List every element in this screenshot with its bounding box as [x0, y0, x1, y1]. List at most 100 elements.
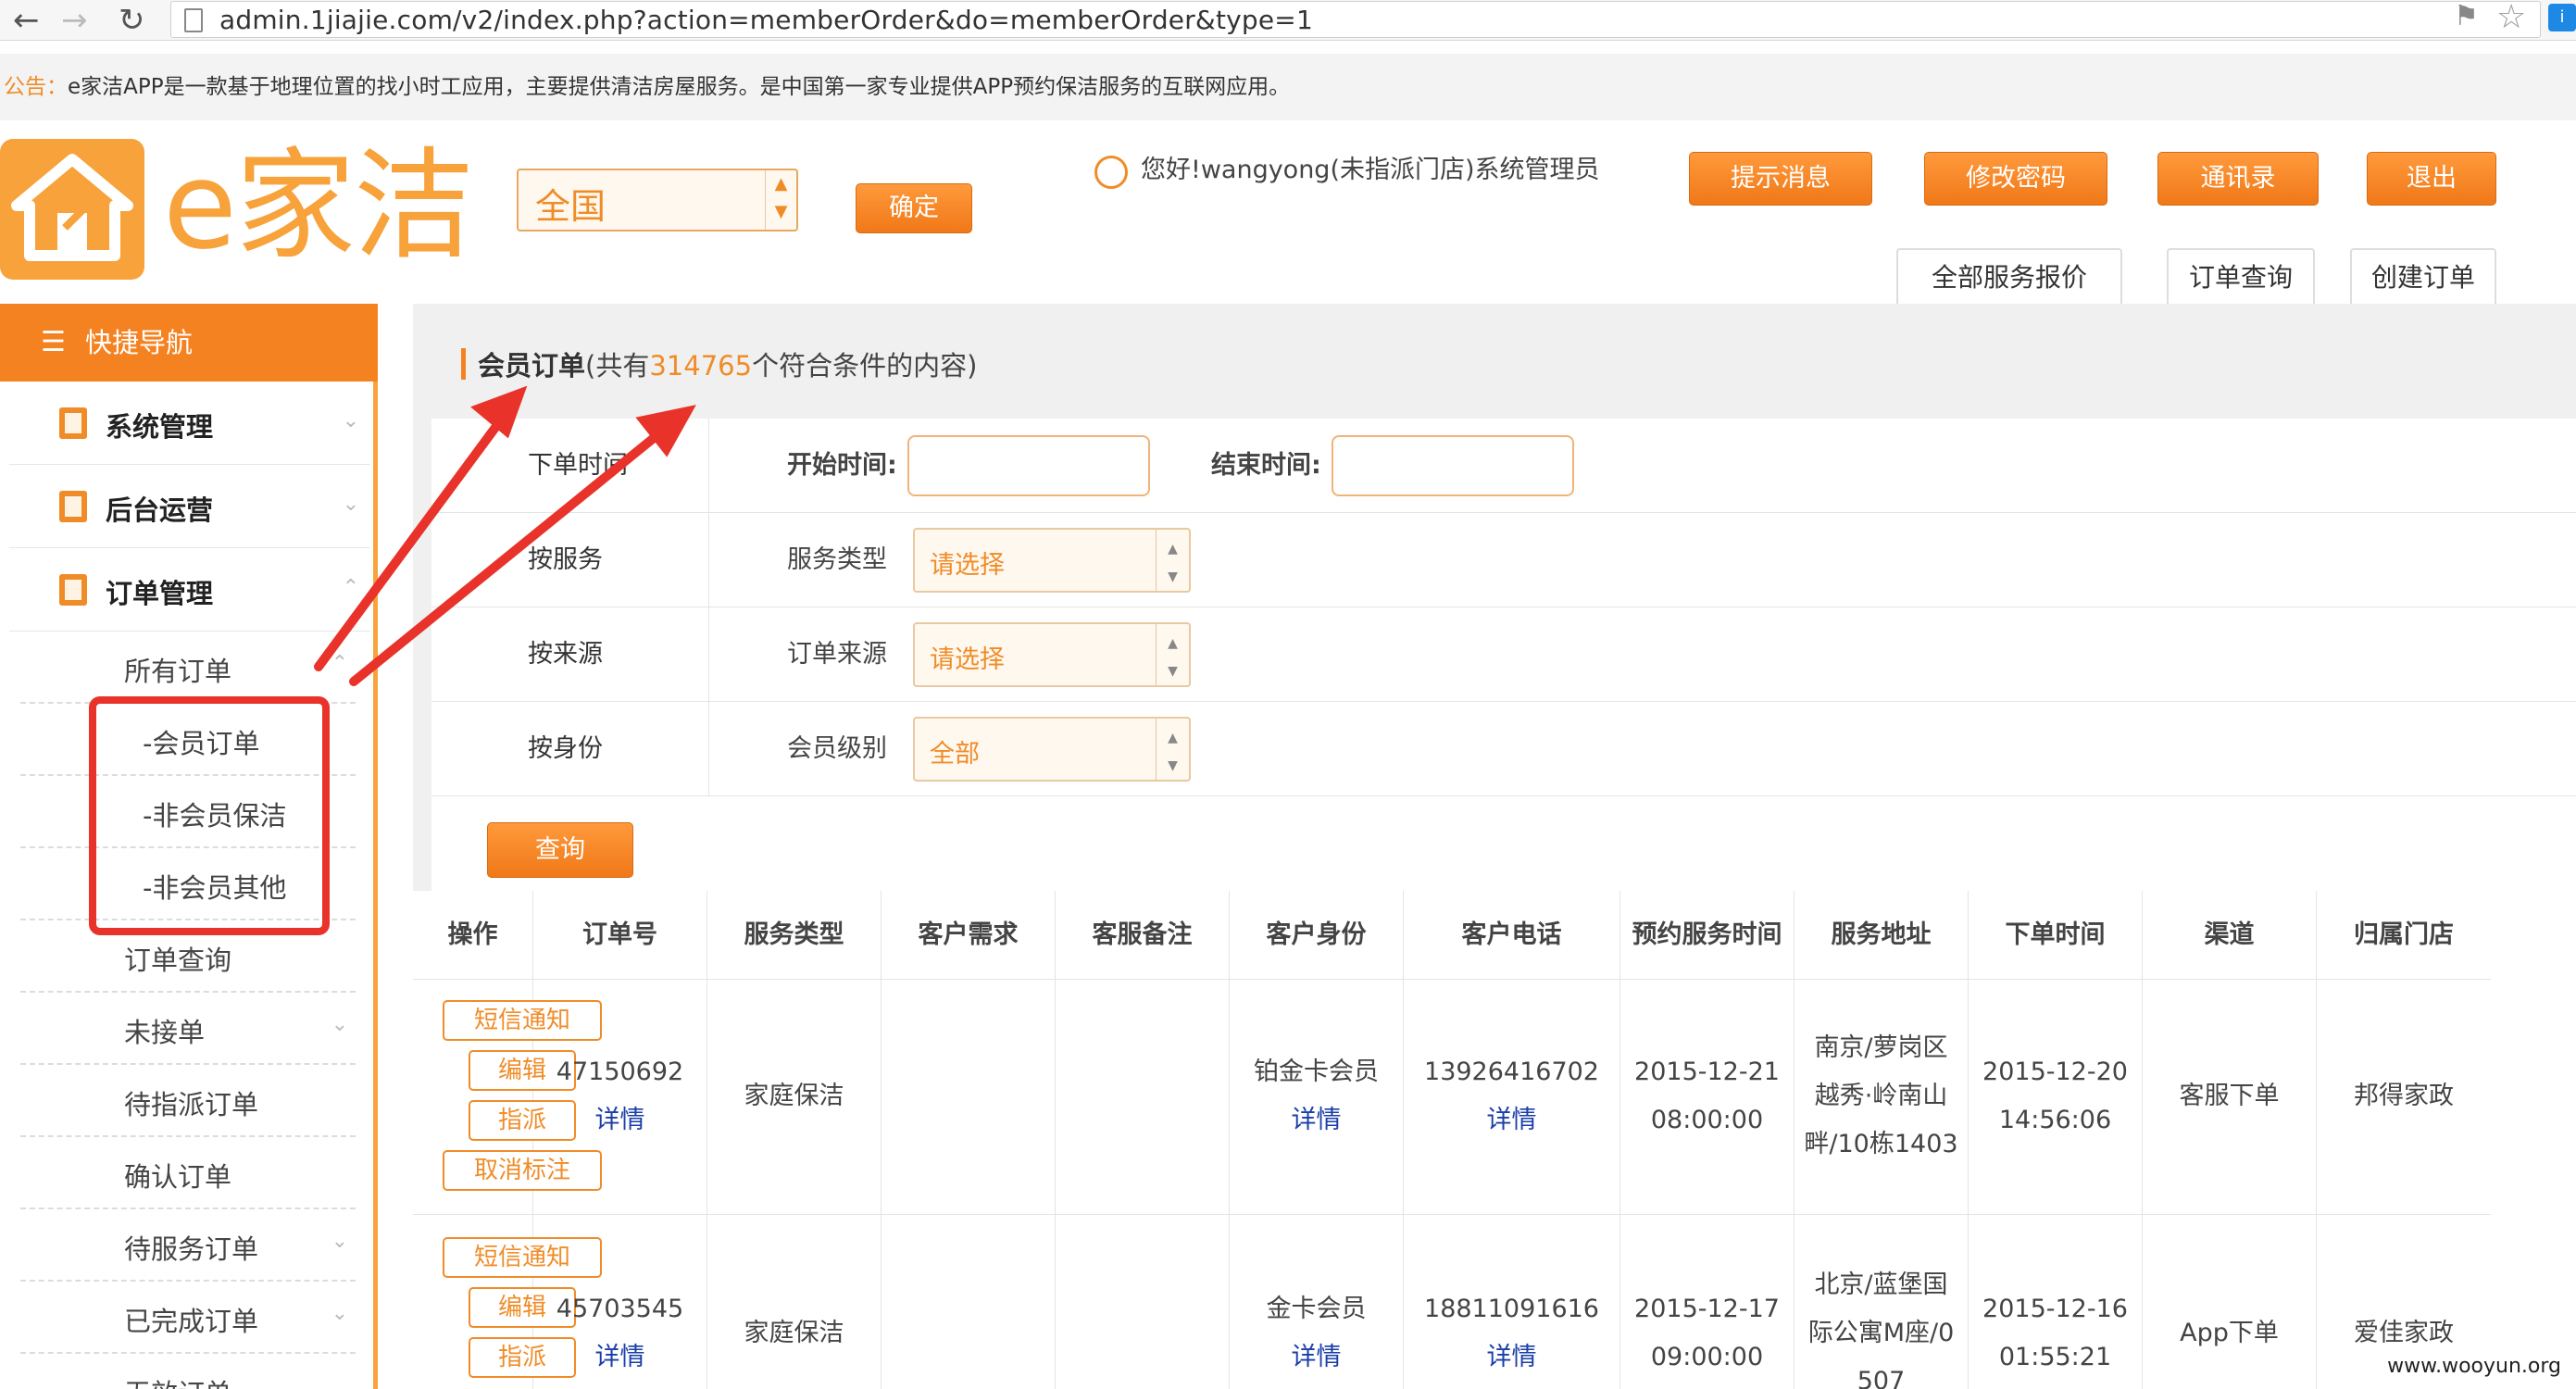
service-type-value: 请选择 — [930, 551, 1005, 580]
back-arrow-icon[interactable]: ← — [13, 2, 40, 39]
query-button[interactable]: 查询 — [487, 822, 633, 878]
sidebar-item-label: -非会员保洁 — [143, 800, 287, 832]
sidebar-item-label: 待服务订单 — [124, 1233, 259, 1265]
order-detail-link[interactable]: 详情 — [533, 1333, 707, 1382]
address-line: 北京/蓝堡国 — [1814, 1270, 1948, 1299]
sidebar-item-nonmember-other[interactable]: -非会员其他 — [20, 848, 356, 920]
notice-text: e家洁APP是一款基于地理位置的找小时工应用，主要提供清洁房屋服务。是中国第一家… — [68, 75, 1291, 99]
notifications-button[interactable]: 提示消息 — [1689, 152, 1872, 206]
order-source-label: 订单来源 — [787, 640, 887, 669]
end-time-input[interactable] — [1332, 435, 1574, 496]
identity-detail-link[interactable]: 详情 — [1230, 1096, 1403, 1145]
logo-house-icon — [0, 139, 144, 280]
appointment-date: 2015-12-17 — [1634, 1295, 1780, 1323]
key-icon[interactable]: ⚑ — [2454, 0, 2479, 32]
document-icon — [59, 491, 87, 522]
start-time-label: 开始时间: — [787, 451, 897, 480]
phone-cell: 18811091616 详情 — [1404, 1215, 1620, 1389]
region-select[interactable]: 全国 ▲ ▼ — [517, 169, 798, 232]
column-header: 服务类型 — [707, 891, 882, 980]
url-text[interactable]: admin.1jiajie.com/v2/index.php?action=me… — [219, 5, 1313, 35]
remark-cell — [1056, 1215, 1230, 1389]
contacts-button[interactable]: 通讯录 — [2157, 152, 2319, 206]
order-search-button[interactable]: 订单查询 — [2167, 248, 2315, 307]
select-arrows-icon: ▲ ▼ — [1156, 624, 1189, 685]
filter-category: 下单时间 — [431, 419, 709, 512]
start-time-input[interactable] — [907, 435, 1150, 496]
select-arrows-icon: ▲ ▼ — [1156, 530, 1189, 591]
logout-button[interactable]: 退出 — [2367, 152, 2496, 206]
order-no: 45703545 — [556, 1295, 684, 1323]
orders-table: 操作 订单号 服务类型 客户需求 客服备注 客户身份 客户电话 预约服务时间 服… — [413, 891, 2576, 1389]
list-icon: ☰ — [41, 326, 66, 358]
sidebar-item-nonmember-cleaning[interactable]: -非会员保洁 — [20, 776, 356, 848]
identity-detail-link[interactable]: 详情 — [1230, 1333, 1403, 1382]
sidebar-item-pending-assign[interactable]: 待指派订单 — [20, 1065, 356, 1137]
sidebar-item-label: 无效订单 — [124, 1372, 231, 1389]
bookmark-star-icon[interactable]: ☆ — [2496, 0, 2526, 36]
service-type-select[interactable]: 请选择 ▲ ▼ — [913, 528, 1191, 593]
sidebar-item-completed[interactable]: 已完成订单 ⌄ — [20, 1282, 356, 1354]
address-cell: 南京/萝岗区 越秀·岭南山 畔/10栋1403 — [1794, 980, 1969, 1215]
sidebar-item-invalid[interactable]: 无效订单 — [20, 1354, 356, 1389]
filter-row-source: 按来源 订单来源 请选择 ▲ ▼ — [431, 607, 2576, 702]
sidebar-item-label: 订单查询 — [124, 945, 232, 976]
order-time: 01:55:21 — [1998, 1343, 2112, 1371]
site-logo[interactable]: e家洁 — [0, 135, 519, 287]
channel: 客服下单 — [2179, 1082, 2280, 1110]
select-arrows-icon: ▲ ▼ — [765, 170, 796, 230]
address-bar[interactable]: admin.1jiajie.com/v2/index.php?action=me… — [170, 1, 2541, 38]
column-header: 操作 — [413, 891, 533, 980]
sidebar-item-unaccepted[interactable]: 未接单 ⌄ — [20, 993, 356, 1065]
notice-bar: 公告：e家洁APP是一款基于地理位置的找小时工应用，主要提供清洁房屋服务。是中国… — [0, 54, 2576, 120]
order-date: 2015-12-16 — [1982, 1295, 2128, 1323]
sidebar-group-operations[interactable]: 后台运营 ⌄ — [9, 465, 370, 548]
order-detail-link[interactable]: 详情 — [533, 1096, 707, 1145]
sidebar-item-pending-service[interactable]: 待服务订单 ⌄ — [20, 1209, 356, 1282]
column-header: 归属门店 — [2317, 891, 2491, 980]
confirm-button[interactable]: 确定 — [856, 183, 972, 233]
column-header: 订单号 — [533, 891, 707, 980]
sidebar-item-order-search[interactable]: 订单查询 — [20, 920, 356, 993]
order-source-select[interactable]: 请选择 ▲ ▼ — [913, 622, 1191, 687]
notice-label: 公告： — [4, 75, 68, 99]
identity-cell: 金卡会员 详情 — [1230, 1215, 1404, 1389]
sidebar-group-system[interactable]: 系统管理 ⌄ — [9, 382, 370, 465]
sidebar-item-confirm-orders[interactable]: 确认订单 — [20, 1137, 356, 1209]
appointment-date: 2015-12-21 — [1634, 1057, 1780, 1086]
document-icon — [59, 407, 87, 439]
order-time-cell: 2015-12-20 14:56:06 — [1969, 980, 2143, 1215]
sidebar-item-member-orders[interactable]: -会员订单 — [20, 704, 356, 776]
address-line: 507 — [1857, 1367, 1906, 1389]
phone-detail-link[interactable]: 详情 — [1404, 1333, 1619, 1382]
sidebar-item-label: -会员订单 — [143, 728, 260, 759]
sidebar-item-all-orders[interactable]: 所有订单 ⌃ — [20, 632, 356, 704]
column-header: 渠道 — [2143, 891, 2317, 980]
appointment-cell: 2015-12-21 08:00:00 — [1620, 980, 1794, 1215]
all-service-prices-button[interactable]: 全部服务报价 — [1896, 248, 2122, 307]
service-cell: 家庭保洁 — [707, 980, 882, 1215]
store: 邦得家政 — [2354, 1082, 2454, 1110]
member-level-select[interactable]: 全部 ▲ ▼ — [913, 717, 1191, 782]
member-level-value: 全部 — [930, 740, 980, 769]
appointment-time: 08:00:00 — [1650, 1106, 1764, 1134]
main-content: 会员订单(共有314765个符合条件的内容) 下单时间 开始时间: 结束时间: … — [413, 304, 2576, 1389]
extension-icon[interactable]: i — [2548, 4, 2576, 31]
forward-arrow-icon[interactable]: → — [61, 2, 88, 39]
address-line: 际公寓M座/0 — [1807, 1319, 1955, 1347]
order-no: 47150692 — [556, 1057, 684, 1086]
store-cell: 邦得家政 — [2317, 980, 2491, 1215]
page-title-bar: 会员订单(共有314765个符合条件的内容) — [413, 304, 2576, 419]
result-count: 314765 — [649, 350, 753, 382]
filter-category: 按身份 — [431, 702, 709, 795]
filter-row-time: 下单时间 开始时间: 结束时间: — [431, 419, 2576, 513]
create-order-button[interactable]: 创建订单 — [2350, 248, 2496, 307]
reload-icon[interactable]: ↻ — [119, 2, 145, 39]
phone-detail-link[interactable]: 详情 — [1404, 1096, 1619, 1145]
address-cell: 北京/蓝堡国 际公寓M座/0 507 — [1794, 1215, 1969, 1389]
browser-toolbar: ← → ↻ admin.1jiajie.com/v2/index.php?act… — [0, 0, 2576, 41]
page-title-suffix: 个符合条件的内容) — [752, 350, 978, 382]
sidebar-group-orders[interactable]: 订单管理 ⌃ — [9, 548, 370, 632]
change-password-button[interactable]: 修改密码 — [1924, 152, 2107, 206]
service-cell: 家庭保洁 — [707, 1215, 882, 1389]
